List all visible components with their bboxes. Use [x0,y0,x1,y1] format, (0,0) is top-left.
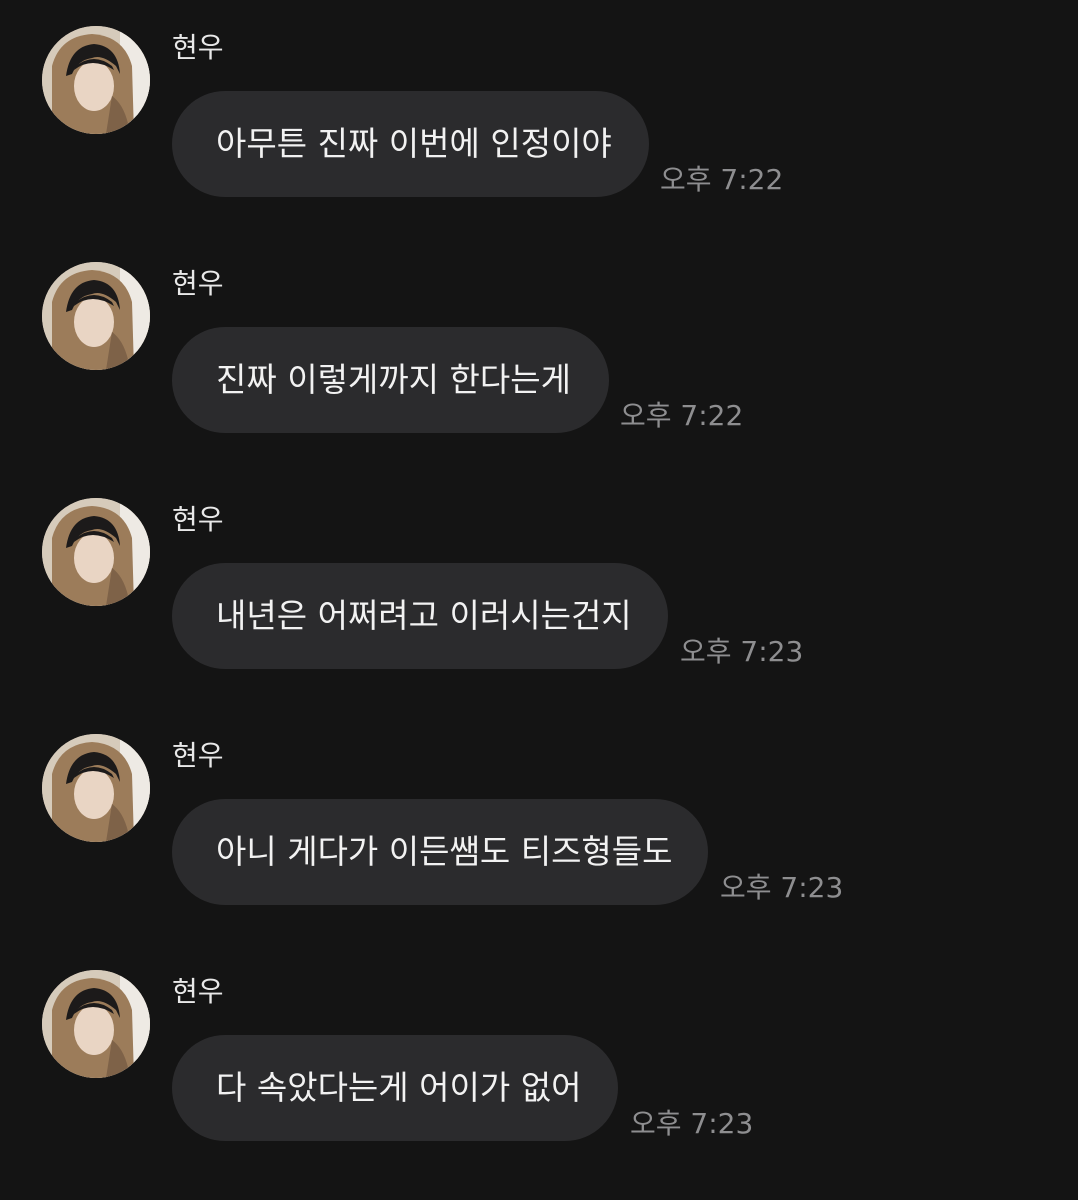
message-bubble[interactable]: 아무튼 진짜 이번에 인정이야 [172,91,649,197]
message-row: 현우 아무튼 진짜 이번에 인정이야 오후 7:22 [0,0,1078,236]
message-time: 오후 7:23 [680,635,804,668]
message-bubble[interactable]: 아니 게다가 이든쌤도 티즈형들도 [172,799,708,905]
message-row: 현우 다 속았다는게 어이가 없어 오후 7:23 [0,944,1078,1180]
sender-name: 현우 [172,975,224,1008]
avatar[interactable] [42,498,150,606]
message-time: 오후 7:23 [630,1107,754,1140]
sender-name: 현우 [172,503,224,536]
avatar[interactable] [42,734,150,842]
sender-name: 현우 [172,267,224,300]
sender-name: 현우 [172,31,224,64]
avatar[interactable] [42,970,150,1078]
message-time: 오후 7:23 [720,871,844,904]
message-row: 현우 아니 게다가 이든쌤도 티즈형들도 오후 7:23 [0,708,1078,944]
message-bubble[interactable]: 내년은 어쩌려고 이러시는건지 [172,563,668,669]
message-bubble[interactable]: 진짜 이렇게까지 한다는게 [172,327,609,433]
avatar[interactable] [42,262,150,370]
message-bubble[interactable]: 다 속았다는게 어이가 없어 [172,1035,618,1141]
sender-name: 현우 [172,739,224,772]
avatar[interactable] [42,26,150,134]
message-time: 오후 7:22 [660,163,784,196]
message-time: 오후 7:22 [620,399,744,432]
message-row: 현우 진짜 이렇게까지 한다는게 오후 7:22 [0,236,1078,472]
message-row: 현우 내년은 어쩌려고 이러시는건지 오후 7:23 [0,472,1078,708]
